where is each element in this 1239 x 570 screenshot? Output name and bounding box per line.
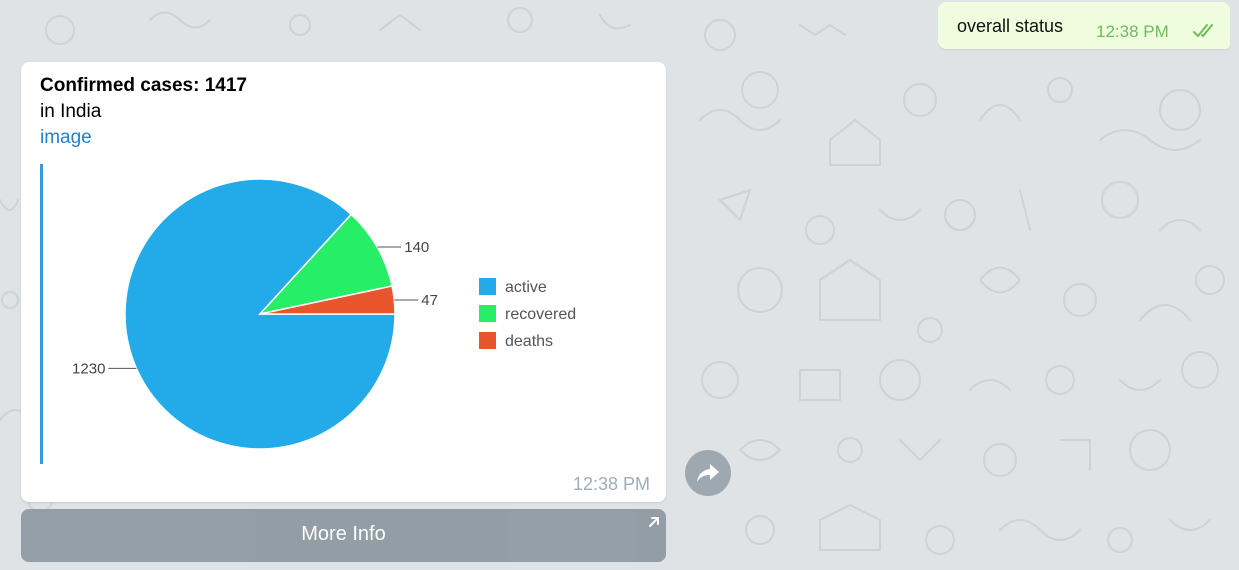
legend-swatch-deaths bbox=[479, 332, 496, 349]
outgoing-message-text: overall status bbox=[957, 16, 1064, 36]
link-preview-bar bbox=[40, 164, 43, 464]
legend-label-recovered: recovered bbox=[505, 306, 576, 323]
outgoing-message-time: 12:38 PM bbox=[1096, 22, 1169, 41]
more-info-label: More Info bbox=[301, 523, 386, 545]
pie-chart-image[interactable]: 1230 140 47 active recovered deaths bbox=[49, 164, 649, 464]
legend-label-active: active bbox=[505, 279, 547, 296]
data-label-deaths: 47 bbox=[421, 292, 438, 309]
image-link[interactable]: image bbox=[40, 127, 92, 149]
message-subtitle: in India bbox=[40, 101, 102, 122]
forward-button[interactable] bbox=[685, 450, 731, 496]
share-forward-icon bbox=[697, 464, 719, 482]
more-info-button[interactable]: More Info bbox=[21, 509, 666, 562]
double-check-icon bbox=[1192, 23, 1218, 39]
outgoing-message-bubble[interactable]: overall status 12:38 PM bbox=[938, 2, 1230, 49]
legend-swatch-active bbox=[479, 278, 496, 295]
data-label-recovered: 140 bbox=[404, 239, 429, 256]
incoming-message-bubble[interactable]: Confirmed cases: 1417 in India image 123… bbox=[21, 62, 666, 502]
pie-chart: 1230 140 47 active recovered deaths bbox=[72, 178, 576, 450]
external-arrow-icon bbox=[648, 515, 660, 527]
data-label-active: 1230 bbox=[72, 360, 105, 377]
legend-swatch-recovered bbox=[479, 305, 496, 322]
message-title: Confirmed cases: 1417 bbox=[40, 75, 247, 96]
legend-label-deaths: deaths bbox=[505, 333, 553, 350]
incoming-message-time: 12:38 PM bbox=[572, 474, 650, 494]
